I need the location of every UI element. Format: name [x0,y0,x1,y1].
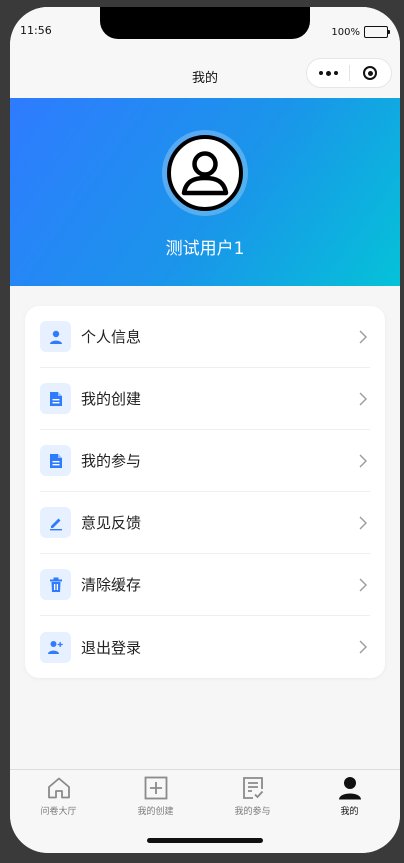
pencil-icon [40,507,71,538]
menu-item-label: 意见反馈 [81,514,142,532]
chevron-right-icon [359,330,367,343]
battery-icon [364,26,390,38]
person-icon [338,777,361,800]
document-icon [40,383,71,414]
menu-item-label: 退出登录 [81,638,142,657]
tab-label: 我的 [340,807,359,817]
more-icon[interactable] [307,70,349,76]
menu-list: 个人信息 我的创建 我的参与 意见反馈 清除缓存 退出登录 [25,306,385,678]
user-add-icon [40,631,71,663]
chevron-right-icon [359,454,367,467]
tab-survey-hall[interactable]: 问卷大厅 [10,776,107,817]
nav-bar: 我的 [10,51,400,98]
tab-label: 问卷大厅 [40,807,77,817]
menu-item-label: 我的创建 [81,390,142,408]
battery-status: 100% [331,26,390,38]
chevron-right-icon [359,640,367,654]
menu-item-label: 清除缓存 [81,576,142,594]
user-icon [40,321,71,352]
status-time: 11:56 [20,24,52,37]
document-icon [40,445,71,476]
tab-label: 我的创建 [137,807,174,817]
home-indicator [147,838,263,843]
menu-item-profile[interactable]: 个人信息 [40,306,370,368]
battery-percent: 100% [331,26,360,38]
chevron-right-icon [359,578,367,591]
menu-item-my-participated[interactable]: 我的参与 [40,430,370,492]
menu-item-label: 我的参与 [81,452,142,470]
tab-my-created[interactable]: 我的创建 [107,776,204,817]
menu-item-label: 个人信息 [81,328,142,346]
phone-screen: 11:56 100% 我的 测试用户1 个人信息 我的创建 我的参与 意见反馈 … [10,7,400,853]
trash-icon [40,569,71,600]
avatar-person-icon [167,135,243,211]
tab-my-participated[interactable]: 我的参与 [204,776,301,817]
avatar[interactable] [162,130,248,216]
menu-item-feedback[interactable]: 意见反馈 [40,492,370,554]
plus-square-icon [144,776,167,800]
close-icon[interactable] [350,66,391,80]
miniprogram-capsule [306,58,392,88]
profile-header: 测试用户1 [10,98,400,286]
chevron-right-icon [359,392,367,405]
device-notch [100,7,310,39]
menu-item-clear-cache[interactable]: 清除缓存 [40,554,370,616]
tab-label: 我的参与 [234,807,271,817]
checklist-icon [242,777,263,799]
username: 测试用户1 [165,239,245,259]
chevron-right-icon [359,516,367,529]
menu-item-my-created[interactable]: 我的创建 [40,368,370,430]
tab-mine[interactable]: 我的 [301,776,398,817]
home-icon [47,777,70,799]
menu-item-logout[interactable]: 退出登录 [40,616,370,678]
